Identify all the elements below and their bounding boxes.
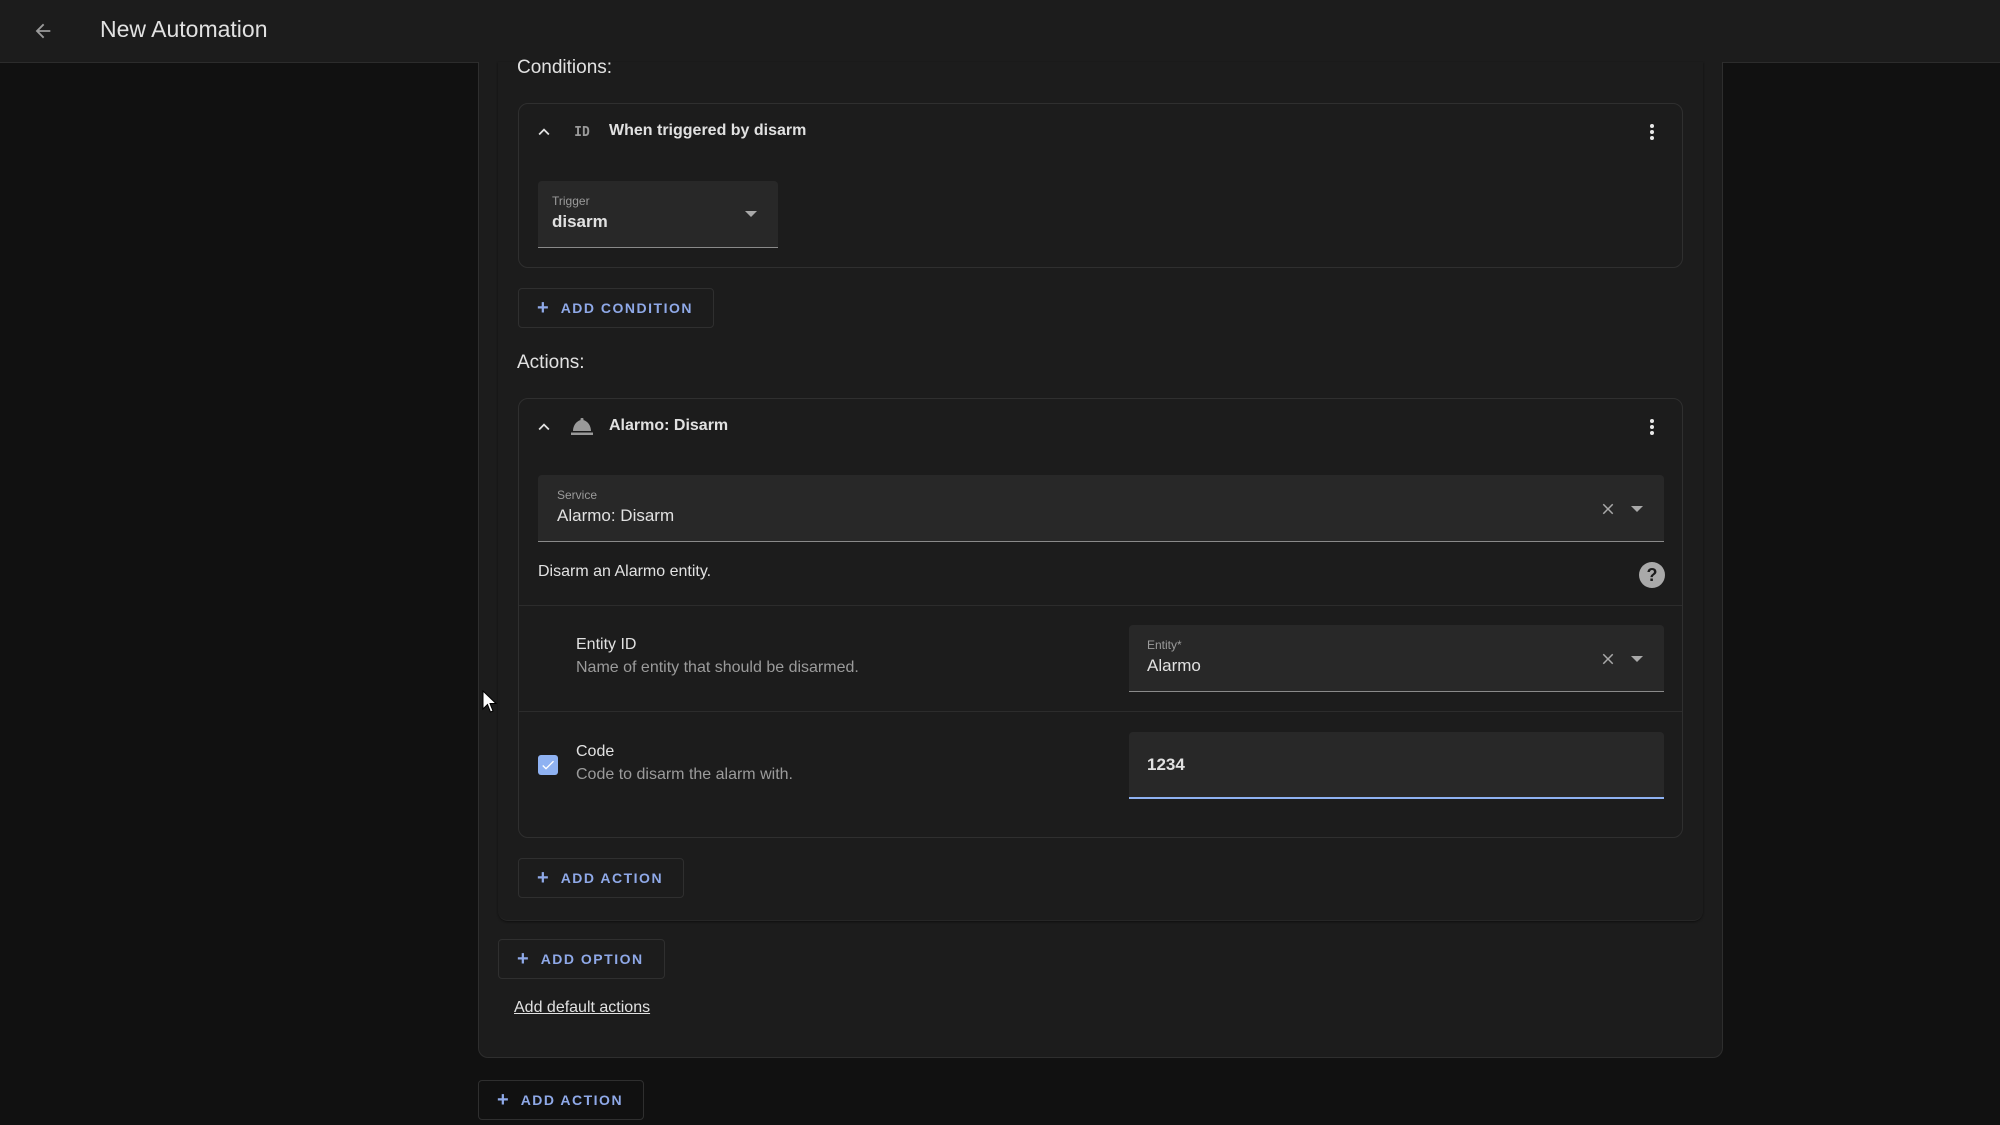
condition-card: ID When triggered by disarm Trigger disa… — [518, 103, 1683, 268]
plus-icon: + — [537, 297, 549, 319]
service-select-value: Alarmo: Disarm — [557, 506, 675, 525]
dropdown-arrow-icon[interactable] — [745, 211, 757, 217]
arrow-left-icon — [35, 23, 51, 39]
back-button[interactable] — [26, 14, 60, 48]
code-checkbox[interactable] — [538, 755, 558, 775]
code-subtitle: Code to disarm the alarm with. — [576, 766, 793, 783]
id-icon: ID — [574, 124, 590, 140]
add-condition-button[interactable]: + ADD CONDITION — [518, 288, 714, 328]
check-icon — [542, 760, 554, 770]
top-app-bar: New Automation — [0, 0, 2000, 63]
page-title: New Automation — [100, 16, 268, 42]
service-select-label: Service — [557, 488, 598, 502]
condition-title: When triggered by disarm — [609, 122, 807, 139]
dropdown-arrow-icon[interactable] — [1631, 506, 1643, 512]
action-card: Alarmo: Disarm Service Alarmo: Disarm Di… — [518, 398, 1683, 838]
action-menu-button[interactable] — [1640, 415, 1664, 439]
entity-id-subtitle: Name of entity that should be disarmed. — [576, 659, 859, 676]
plus-icon: + — [537, 867, 549, 889]
divider — [519, 605, 1682, 606]
action-card-header[interactable]: Alarmo: Disarm — [519, 399, 1682, 455]
trigger-select-value: disarm — [552, 212, 608, 231]
clear-icon[interactable] — [1599, 500, 1617, 518]
code-title: Code — [576, 743, 615, 760]
outer-add-action-button[interactable]: + ADD ACTION — [478, 1080, 645, 1120]
add-option-button[interactable]: + ADD OPTION — [498, 939, 665, 979]
actions-label: Actions: — [517, 352, 585, 373]
service-select[interactable]: Service Alarmo: Disarm — [538, 475, 1664, 542]
condition-menu-button[interactable] — [1640, 120, 1664, 144]
chevron-up-icon[interactable] — [533, 121, 555, 143]
code-input-value: 1234 — [1147, 755, 1185, 774]
plus-icon: + — [517, 948, 529, 970]
add-default-actions-link[interactable]: Add default actions — [514, 999, 650, 1017]
dropdown-arrow-icon[interactable] — [1631, 656, 1643, 662]
conditions-label: Conditions: — [517, 57, 613, 78]
divider — [519, 711, 1682, 712]
mouse-cursor-icon — [482, 690, 498, 713]
dots-vertical-icon — [1650, 419, 1654, 435]
condition-card-header[interactable]: ID When triggered by disarm — [519, 104, 1682, 160]
action-title: Alarmo: Disarm — [609, 417, 729, 434]
service-description: Disarm an Alarmo entity. — [538, 563, 712, 580]
trigger-select[interactable]: Trigger disarm — [538, 181, 778, 248]
trigger-select-label: Trigger — [552, 194, 590, 208]
entity-select-value: Alarmo — [1147, 656, 1201, 675]
dots-vertical-icon — [1650, 124, 1654, 140]
chevron-up-icon[interactable] — [533, 416, 555, 438]
clear-icon[interactable] — [1599, 650, 1617, 668]
entity-select-label: Entity* — [1147, 638, 1182, 652]
help-icon[interactable]: ? — [1639, 562, 1665, 588]
bell-icon — [569, 416, 595, 438]
entity-select[interactable]: Entity* Alarmo — [1129, 625, 1664, 692]
entity-id-title: Entity ID — [576, 636, 637, 653]
add-action-button[interactable]: + ADD ACTION — [518, 858, 685, 898]
plus-icon: + — [497, 1089, 509, 1111]
code-input[interactable]: 1234 — [1129, 732, 1664, 799]
